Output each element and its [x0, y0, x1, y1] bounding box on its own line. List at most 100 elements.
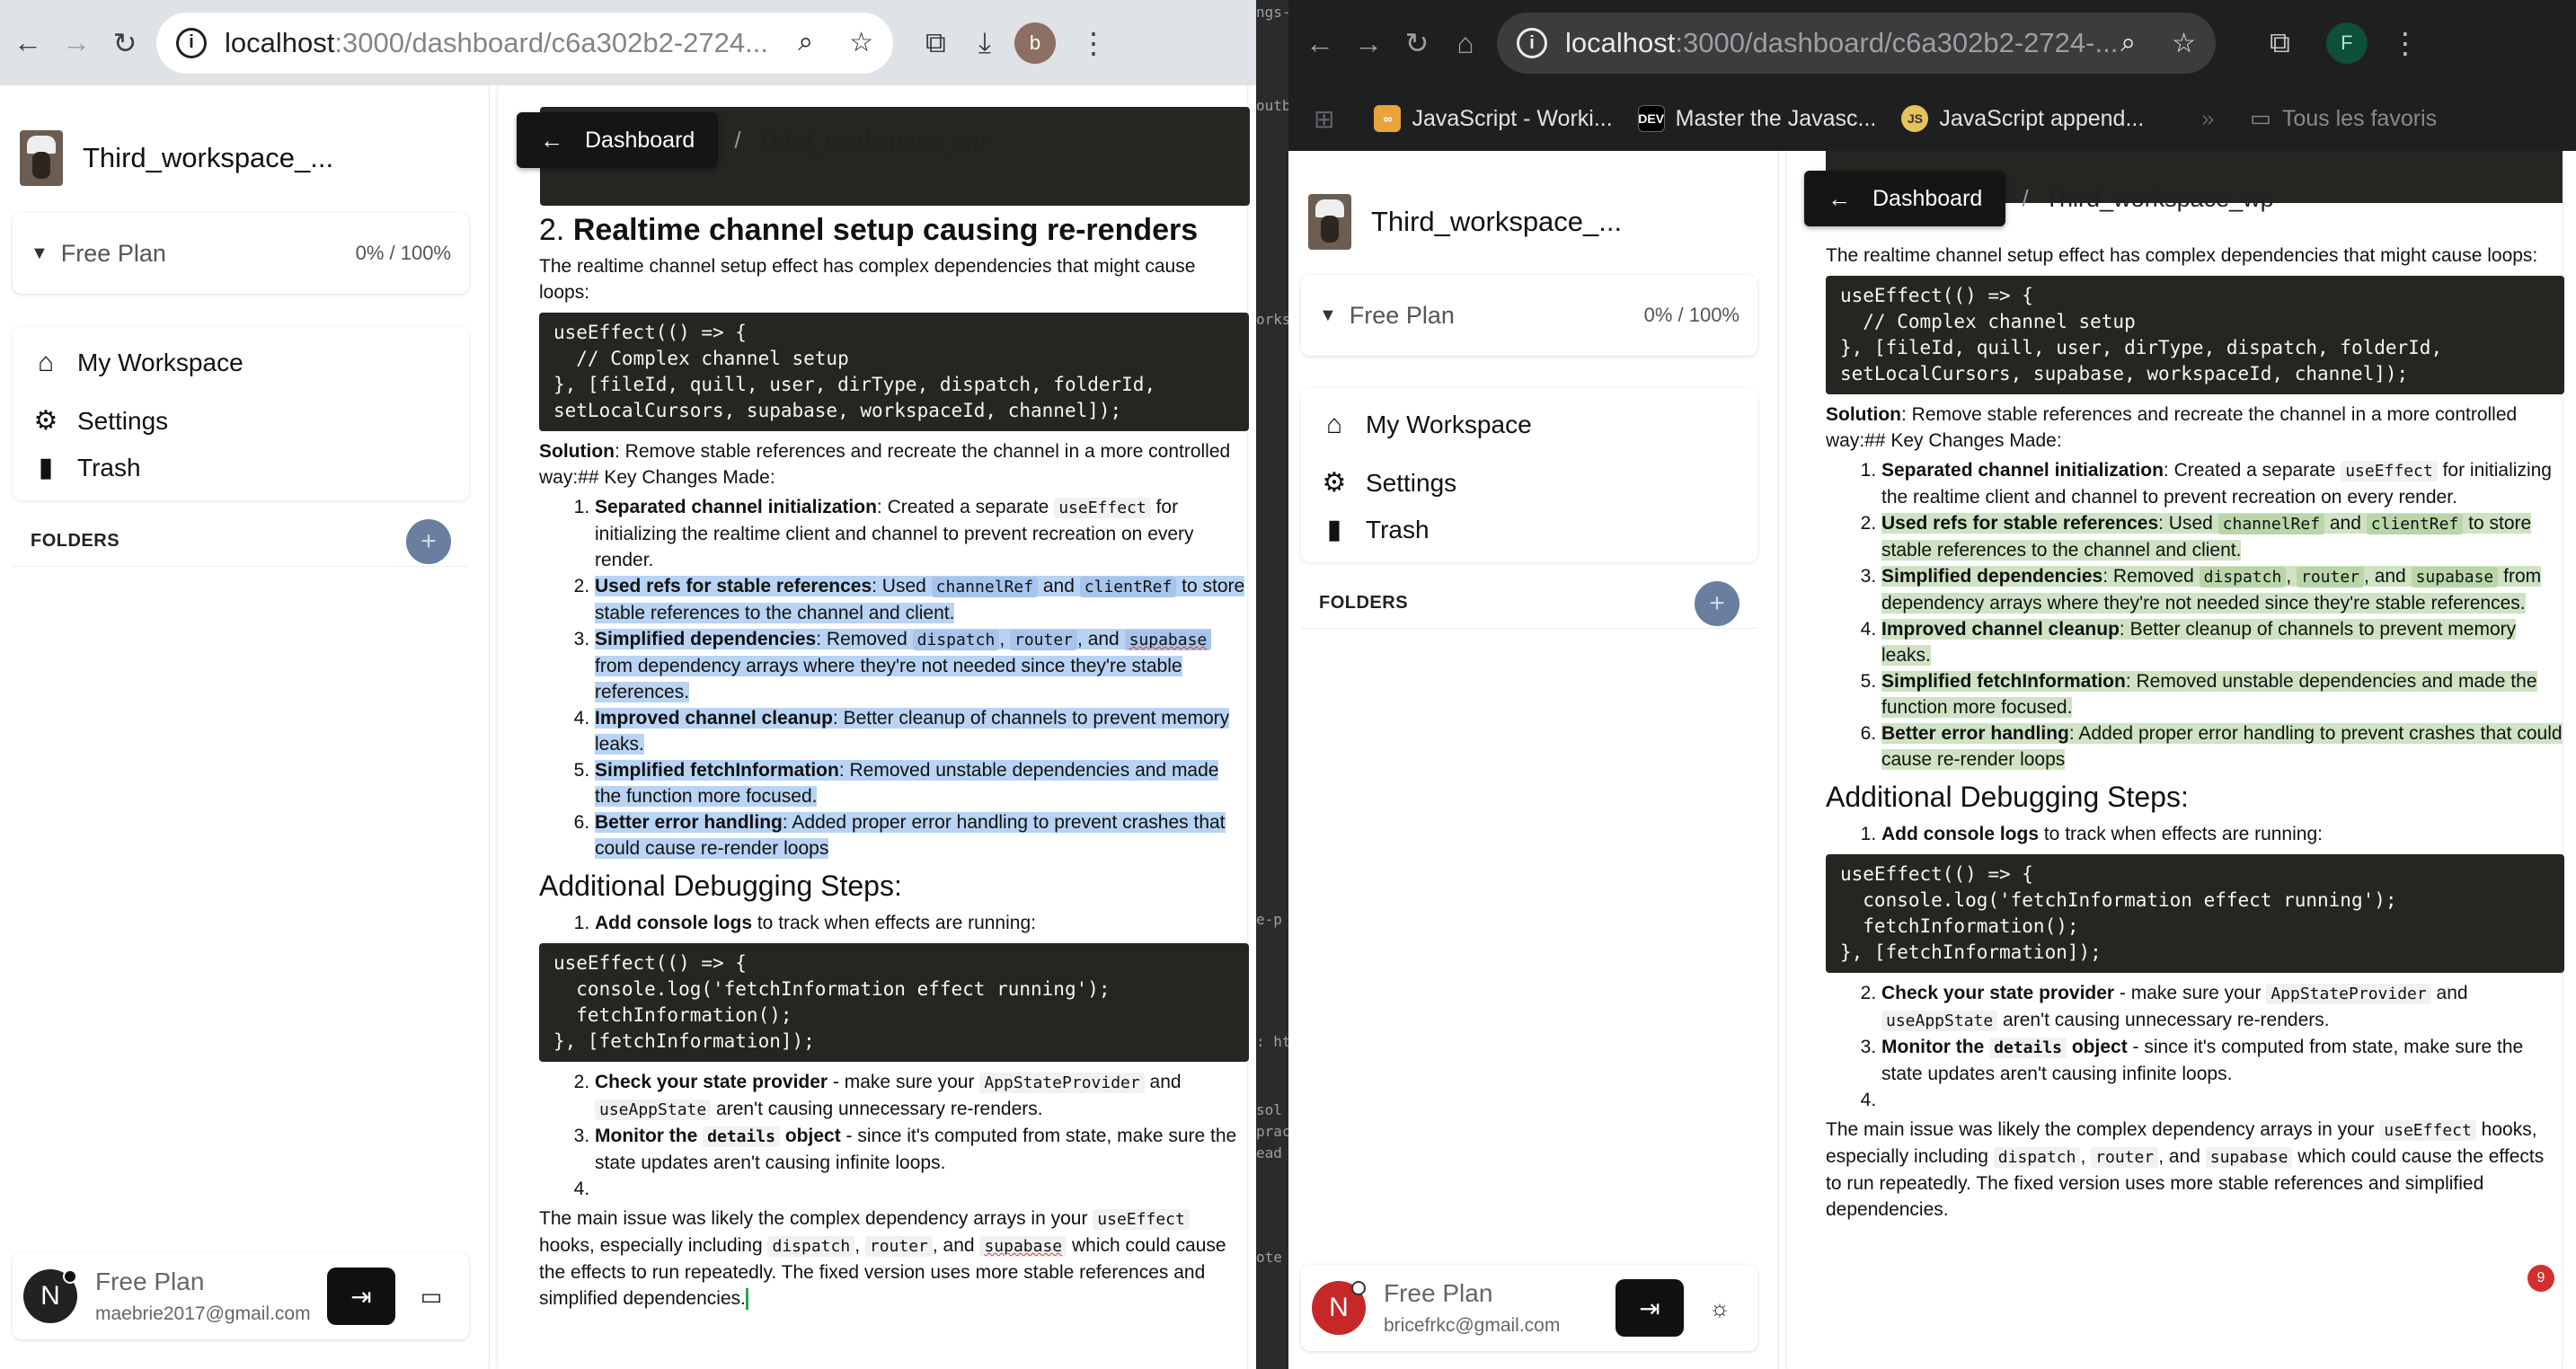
notification-badge[interactable]: 9 [2527, 1265, 2554, 1292]
logout-icon: ⇥ [350, 1282, 372, 1311]
profile-avatar[interactable]: F [2325, 22, 2368, 64]
changes-list: Separated channel initialization: Create… [539, 494, 1249, 861]
document-content[interactable]: The realtime channel setup effect has co… [1826, 239, 2564, 1226]
list-item [1881, 1087, 2564, 1113]
nav-trash[interactable]: ▮ Trash [1319, 514, 1430, 545]
nav-settings[interactable]: ⚙ Settings [1319, 467, 1457, 499]
logout-button[interactable]: ⇥ [327, 1267, 395, 1325]
breadcrumb: ← Dashboard / Third_workspace_wp [517, 112, 987, 168]
conclusion-text: The main issue was likely the complex de… [539, 1208, 1226, 1311]
download-icon[interactable]: ⤓ [978, 26, 991, 60]
logout-icon: ⇥ [1639, 1294, 1660, 1322]
list-item: Monitor the details object - since it's … [1881, 1034, 2564, 1087]
list-item: Used refs for stable references: Used ch… [595, 573, 1249, 626]
reload-icon[interactable]: ↻ [101, 19, 149, 67]
arrow-left-icon: ← [540, 126, 563, 154]
reload-icon[interactable]: ↻ [1393, 19, 1441, 67]
list-item: Check your state provider - make sure yo… [595, 1069, 1249, 1123]
nav-trash[interactable]: ▮ Trash [31, 452, 141, 483]
list-item: Separated channel initialization: Create… [1881, 457, 2564, 510]
workspace-header[interactable]: Third_workspace_... [1308, 194, 1622, 250]
browser-toolbar: ← → ↻ ⌂ i localhost:3000/dashboard/c6a30… [1288, 0, 2576, 86]
workspace-logo [20, 130, 63, 186]
subsection-heading: Additional Debugging Steps: [539, 870, 902, 902]
nav-settings[interactable]: ⚙ Settings [31, 405, 169, 437]
debug-list: Add console logs to track when effects a… [539, 910, 1249, 936]
menu-icon[interactable]: ⋮ [1079, 26, 1108, 60]
back-icon[interactable]: ← [4, 19, 52, 67]
theme-toggle-button[interactable]: ☼ [1693, 1281, 1747, 1335]
user-email: bricefrkc@gmail.com [1384, 1315, 1561, 1336]
avatar[interactable]: N [23, 1269, 77, 1323]
section-heading: 2. Realtime channel setup causing re-ren… [539, 213, 1199, 247]
avatar-initial: N [40, 1281, 60, 1311]
list-item: Better error handling: Added proper erro… [595, 809, 1249, 861]
plan-usage-card[interactable]: ▼ Free Plan 0% / 100% [13, 213, 469, 294]
plan-usage: 0% / 100% [355, 242, 451, 264]
url-path: :3000/dashboard/c6a302b2-2724... [334, 26, 768, 58]
user-card: N Free Plan maebrie2017@gmail.com ⇥ ▭ [13, 1253, 469, 1339]
debug-list: Add console logs to track when effects a… [1826, 821, 2564, 847]
list-item: Add console logs to track when effects a… [1881, 821, 2564, 847]
menu-icon[interactable]: ⋮ [2391, 26, 2420, 60]
nav-my-workspace[interactable]: ⌂ My Workspace [1319, 410, 1532, 440]
all-bookmarks[interactable]: ▭ Tous les favoris [2250, 105, 2437, 132]
home-icon[interactable]: ⌂ [1441, 19, 1490, 67]
bookmark-favicon: ∞ [1374, 105, 1402, 132]
code-block: useEffect(() => { // Complex channel set… [539, 313, 1249, 431]
dashboard-button[interactable]: ← Dashboard [517, 112, 719, 168]
solution-text: Solution: Remove stable references and r… [1826, 404, 2518, 451]
add-folder-button[interactable]: + [1695, 580, 1739, 626]
apps-icon[interactable]: ⊞ [1314, 104, 1334, 134]
avatar-initial: N [1329, 1293, 1349, 1322]
bookmark-star-icon[interactable]: ☆ [849, 27, 873, 58]
workspace-name: Third_workspace_... [83, 142, 334, 173]
address-bar[interactable]: i localhost:3000/dashboard/c6a302b2-2724… [1497, 13, 2216, 74]
extensions-icon[interactable]: ⧉ [925, 26, 946, 60]
zoom-icon[interactable]: ⌕ [2120, 28, 2136, 59]
document-content[interactable]: 2. Realtime channel setup causing re-ren… [539, 207, 1249, 1315]
workspace-header[interactable]: Third_workspace_... [20, 130, 333, 186]
nav-label: My Workspace [1366, 411, 1532, 438]
list-item: Simplified dependencies: Removed dispatc… [1881, 563, 2564, 616]
user-card: N Free Plan bricefrkc@gmail.com ⇥ ☼ [1301, 1265, 1757, 1351]
back-icon[interactable]: ← [1296, 19, 1344, 67]
arrow-left-icon: ← [1828, 184, 1851, 212]
monitor-icon: ▭ [420, 1282, 443, 1310]
add-folder-button[interactable]: + [406, 518, 451, 564]
address-bar[interactable]: i localhost:3000/dashboard/c6a302b2-2724… [156, 12, 893, 74]
home-icon: ⌂ [37, 348, 55, 377]
site-info-icon[interactable]: i [176, 27, 207, 58]
site-info-icon[interactable]: i [1517, 28, 1547, 58]
dashboard-button[interactable]: ← Dashboard [1804, 171, 2006, 226]
nav-label: Settings [1366, 468, 1457, 497]
bookmark-item[interactable]: JS JavaScript append... [1901, 105, 2144, 132]
theme-toggle-button[interactable]: ▭ [404, 1269, 458, 1323]
background-terminal: ngs- outb orks e-p : ht sol prac ead ote [1256, 0, 1288, 1369]
list-item: Monitor the details object - since it's … [595, 1123, 1249, 1176]
avatar[interactable]: N [1312, 1281, 1366, 1335]
forward-icon[interactable]: → [1344, 19, 1393, 67]
bookmark-star-icon[interactable]: ☆ [2172, 28, 2196, 59]
breadcrumb-workspace[interactable]: Third_workspace_wp [757, 127, 987, 155]
folders-label: FOLDERS [1319, 593, 1409, 613]
user-plan: Free Plan [95, 1267, 205, 1295]
list-item: Improved channel cleanup: Better cleanup… [595, 705, 1249, 757]
sidebar: Third_workspace_... ▼ Free Plan 0% / 100… [1288, 151, 1779, 1369]
plan-usage-card[interactable]: ▼ Free Plan 0% / 100% [1301, 275, 1757, 356]
breadcrumb-workspace[interactable]: Third_workspace_wp [2045, 185, 2274, 213]
chevron-right-icon[interactable]: » [2201, 106, 2214, 132]
sun-icon: ☼ [1709, 1294, 1731, 1321]
profile-avatar[interactable]: b [1014, 22, 1057, 64]
bookmark-item[interactable]: DEV Master the Javasc... [1637, 105, 1876, 132]
nav-label: Settings [77, 406, 169, 435]
nav-my-workspace[interactable]: ⌂ My Workspace [31, 348, 243, 378]
solution-text: Solution: Remove stable references and r… [539, 441, 1231, 488]
zoom-icon[interactable]: ⌕ [798, 27, 813, 58]
editor-area: The realtime channel setup effect has co… [1779, 151, 2576, 1369]
breadcrumb-separator: / [2022, 184, 2029, 212]
extensions-icon[interactable]: ⧉ [2270, 26, 2290, 60]
bookmark-item[interactable]: ∞ JavaScript - Worki... [1374, 105, 1613, 132]
forward-icon[interactable]: → [52, 19, 101, 67]
logout-button[interactable]: ⇥ [1616, 1279, 1684, 1337]
